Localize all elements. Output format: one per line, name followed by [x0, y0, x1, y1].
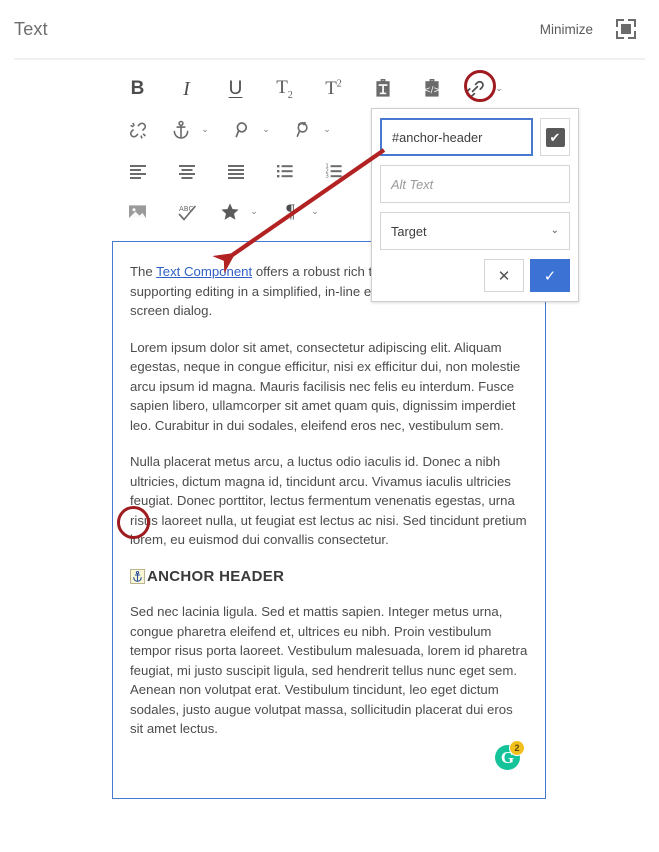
underline-button[interactable]: U — [211, 72, 260, 106]
paste-from-source-button[interactable]: </> — [407, 72, 456, 106]
search-icon — [231, 119, 253, 141]
bold-button[interactable]: B — [113, 72, 162, 106]
superscript-base: T — [325, 77, 337, 99]
align-justify-button[interactable] — [211, 154, 260, 188]
paragraph-format-dropdown-caret[interactable] — [309, 195, 321, 229]
link-url-row: #anchor-header ✔ — [380, 118, 570, 156]
subscript-icon: T2 — [276, 76, 293, 101]
link-button[interactable] — [456, 72, 493, 106]
link-alt-text-input[interactable]: Alt Text — [380, 165, 570, 203]
fullscreen-icon[interactable] — [615, 18, 637, 40]
unlink-button[interactable] — [113, 113, 162, 147]
link-dropdown-caret[interactable] — [493, 72, 505, 106]
special-character-dropdown-caret[interactable] — [248, 195, 260, 229]
rich-text-editor-canvas[interactable]: The Text Component offers a robust rich … — [112, 241, 546, 799]
anchor-marker-icon[interactable] — [130, 568, 145, 584]
italic-icon: I — [183, 77, 190, 100]
align-left-button[interactable] — [113, 154, 162, 188]
star-icon — [219, 201, 241, 222]
spellcheck-icon: ABC — [176, 202, 198, 222]
find-replace-icon — [292, 119, 314, 141]
fullscreen-corner-tr — [628, 19, 636, 27]
underline-icon: U — [228, 78, 243, 99]
link-dialog: #anchor-header ✔ Alt Text Target ⌄ ✕ ✓ — [371, 108, 579, 302]
find-replace-dropdown-caret[interactable] — [321, 113, 333, 147]
fullscreen-corner-tl — [616, 19, 624, 27]
superscript-button[interactable]: T2 — [309, 72, 358, 106]
link-cancel-button[interactable]: ✕ — [484, 259, 524, 292]
svg-text:</>: </> — [423, 84, 440, 94]
align-center-button[interactable] — [162, 154, 211, 188]
link-dialog-actions: ✕ ✓ — [380, 259, 570, 292]
find-replace-button[interactable] — [284, 113, 321, 147]
checkbox-check-icon: ✔ — [545, 127, 565, 147]
special-character-button[interactable] — [211, 195, 248, 229]
numbered-list-icon: 1 2 3 — [324, 162, 344, 180]
paragraph-format-button[interactable]: ¶ — [272, 195, 309, 229]
link-url-input[interactable]: #anchor-header — [380, 118, 533, 156]
link-url-confirm-checkbox[interactable]: ✔ — [540, 118, 570, 156]
subscript-button[interactable]: T2 — [260, 72, 309, 106]
link-confirm-button[interactable]: ✓ — [530, 259, 570, 292]
grammarly-icon[interactable]: G 2 — [495, 740, 525, 770]
anchor-heading: ANCHOR HEADER — [130, 567, 528, 587]
grammarly-badge-count: 2 — [509, 740, 525, 756]
body-paragraph-3: Sed nec lacinia ligula. Sed et mattis sa… — [130, 604, 528, 736]
body-paragraph-1: Lorem ipsum dolor sit amet, consectetur … — [130, 339, 521, 433]
paste-as-text-icon — [373, 78, 393, 99]
align-justify-icon — [226, 162, 246, 180]
body-paragraph-2: Nulla placerat metus arcu, a luctus odio… — [130, 454, 527, 547]
svg-text:3: 3 — [325, 173, 328, 179]
minimize-button[interactable]: Minimize — [540, 22, 593, 37]
bulleted-list-icon — [275, 162, 295, 180]
unlink-icon — [127, 119, 149, 141]
editor-content[interactable]: The Text Component offers a robust rich … — [113, 242, 545, 739]
header-divider — [14, 58, 645, 60]
page-title: Text — [14, 18, 48, 39]
text-component-link[interactable]: Text Component — [156, 264, 252, 279]
subscript-base: T — [276, 76, 288, 98]
chevron-down-icon: ⌄ — [550, 225, 559, 236]
italic-button[interactable]: I — [162, 72, 211, 106]
anchor-dropdown-caret[interactable] — [199, 113, 211, 147]
anchor-button[interactable] — [162, 113, 199, 147]
superscript-icon: T2 — [325, 77, 342, 99]
paste-as-text-button[interactable] — [358, 72, 407, 106]
insert-image-button[interactable] — [113, 195, 162, 229]
header-actions: Minimize — [540, 18, 637, 40]
align-center-icon — [177, 162, 197, 180]
bulleted-list-button[interactable] — [260, 154, 309, 188]
fullscreen-corner-bl — [616, 31, 624, 39]
anchor-icon — [170, 119, 192, 141]
intro-prefix: The — [130, 264, 157, 279]
anchor-heading-text: ANCHOR HEADER — [147, 567, 285, 585]
app-header: Text Minimize — [0, 0, 659, 58]
spellcheck-button[interactable]: ABC — [162, 195, 211, 229]
bold-icon: B — [130, 78, 145, 99]
paste-from-source-icon: </> — [422, 78, 442, 99]
link-target-select[interactable]: Target ⌄ — [380, 212, 570, 250]
numbered-list-button[interactable]: 1 2 3 — [309, 154, 358, 188]
toolbar-row-formatting: B I U T2 T2 </> ⌄ — [113, 68, 533, 109]
align-left-icon — [128, 162, 148, 180]
find-button[interactable] — [223, 113, 260, 147]
find-dropdown-caret[interactable] — [260, 113, 272, 147]
image-icon — [127, 202, 148, 221]
fullscreen-corner-br — [628, 31, 636, 39]
link-icon — [464, 78, 486, 100]
link-target-label: Target — [391, 223, 427, 239]
pilcrow-icon: ¶ — [286, 201, 295, 222]
